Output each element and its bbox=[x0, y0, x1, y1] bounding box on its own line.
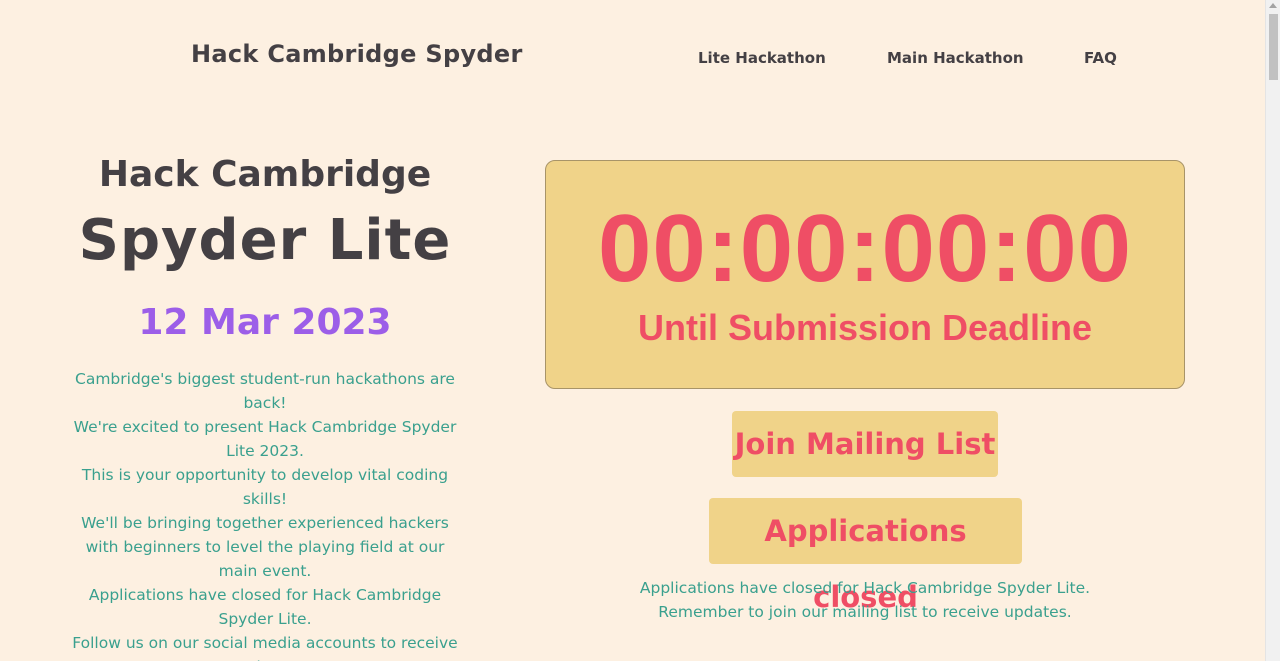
hero-title-line2: Spyder Lite bbox=[78, 208, 452, 273]
intro-paragraph: We'll be bringing together experienced h… bbox=[81, 514, 449, 580]
event-date: 12 Mar 2023 bbox=[138, 302, 392, 343]
applications-note: Applications have closed for Hack Cambri… bbox=[545, 576, 1185, 624]
site-title[interactable]: Hack Cambridge Spyder bbox=[191, 40, 523, 68]
hero-section: Hack Cambridge Spyder Lite 12 Mar 2023 C… bbox=[60, 150, 470, 661]
vertical-scrollbar[interactable] bbox=[1265, 0, 1280, 661]
applications-note-line: Applications have closed for Hack Cambri… bbox=[639, 579, 1091, 597]
countdown-caption: Until Submission Deadline bbox=[637, 307, 1093, 348]
intro-text: Cambridge's biggest student-run hackatho… bbox=[60, 367, 470, 661]
applications-note-line: Remember to join our mailing list to rec… bbox=[658, 603, 1072, 621]
countdown-timer: 00:00:00:00 bbox=[597, 195, 1133, 302]
hero-title-line1: Hack Cambridge bbox=[98, 154, 432, 195]
countdown-panel: 00:00:00:00 Until Submission Deadline bbox=[545, 160, 1185, 389]
intro-paragraph: Cambridge's biggest student-run hackatho… bbox=[75, 370, 455, 412]
applications-closed-button[interactable]: Applications closed bbox=[709, 498, 1022, 614]
join-mailing-list-button[interactable]: Join Mailing List bbox=[732, 411, 998, 477]
scroll-up-arrow-icon[interactable] bbox=[1269, 3, 1277, 8]
scrollbar-thumb[interactable] bbox=[1269, 14, 1278, 80]
intro-paragraph: Applications have closed for Hack Cambri… bbox=[88, 586, 442, 628]
intro-paragraph: This is your opportunity to develop vita… bbox=[81, 466, 449, 508]
page: Hack Cambridge Spyder Lite Hackathon Mai… bbox=[0, 0, 1265, 661]
nav-lite-hackathon[interactable]: Lite Hackathon bbox=[698, 49, 826, 67]
nav-faq[interactable]: FAQ bbox=[1084, 49, 1117, 67]
nav-main-hackathon[interactable]: Main Hackathon bbox=[887, 49, 1024, 67]
intro-paragraph: Follow us on our social media accounts t… bbox=[72, 634, 458, 661]
intro-paragraph: We're excited to present Hack Cambridge … bbox=[73, 418, 457, 460]
